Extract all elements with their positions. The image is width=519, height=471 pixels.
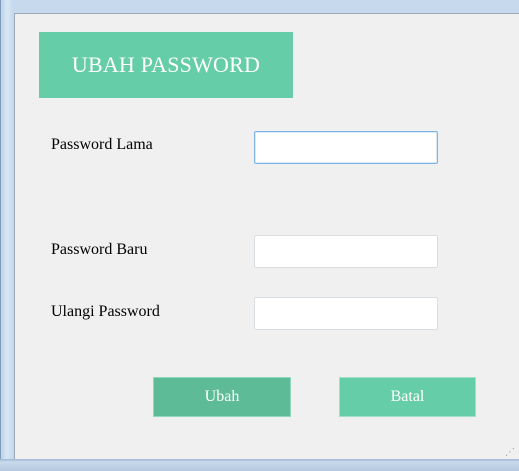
new-password-field[interactable] <box>254 235 438 268</box>
change-password-dialog: UBAH PASSWORD Password Lama Password Bar… <box>14 13 519 459</box>
ubah-button[interactable]: Ubah <box>153 377 291 417</box>
old-password-field[interactable] <box>254 131 438 164</box>
window-bottom-border <box>0 459 519 471</box>
batal-button[interactable]: Batal <box>339 377 476 417</box>
repeat-password-field[interactable] <box>254 297 438 330</box>
old-password-label: Password Lama <box>51 136 153 153</box>
page-title: UBAH PASSWORD <box>39 32 293 98</box>
repeat-password-label: Ulangi Password <box>51 303 160 320</box>
resize-grip-icon[interactable]: ⋰ <box>505 448 515 458</box>
new-password-label: Password Baru <box>51 241 148 258</box>
